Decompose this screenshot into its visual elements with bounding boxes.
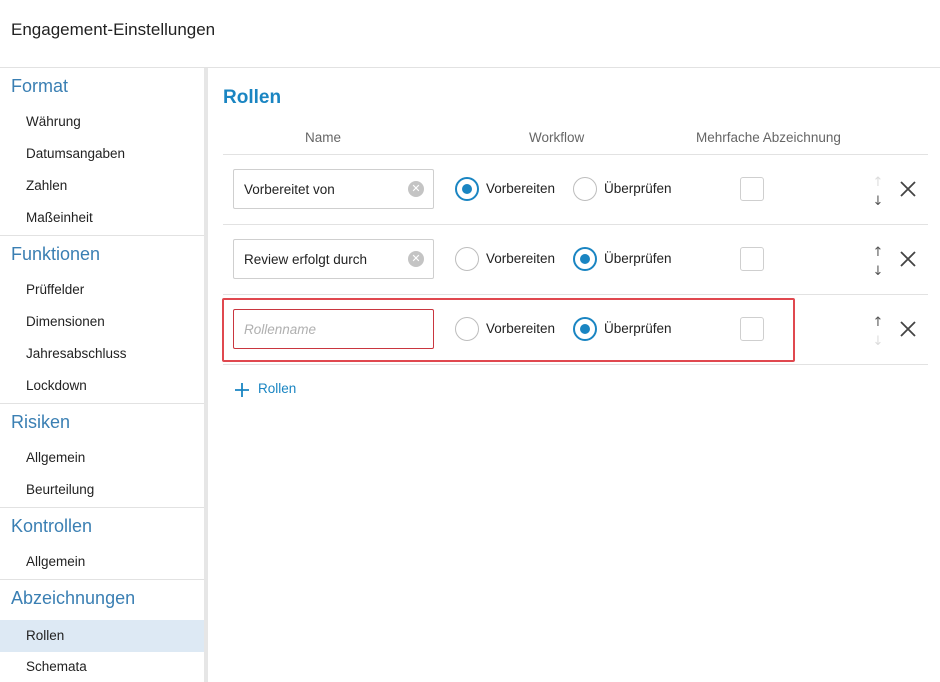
sidebar: Format Währung Datumsangaben Zahlen Maße… bbox=[0, 68, 204, 682]
sidebar-section-abzeichnungen: Abzeichnungen bbox=[11, 588, 136, 608]
move-down-icon[interactable]: ↓ bbox=[871, 195, 885, 209]
workflow-radio-label: Vorbereiten bbox=[486, 321, 556, 336]
sidebar-item-prueffelder[interactable]: Prüffelder bbox=[0, 274, 204, 306]
main-title: Rollen bbox=[223, 87, 282, 108]
move-up-icon[interactable]: ↑ bbox=[871, 246, 885, 260]
role-name-input[interactable] bbox=[233, 169, 434, 209]
table-divider bbox=[223, 224, 928, 225]
column-header-name: Name bbox=[305, 130, 342, 145]
column-header-multi-signoff: Mehrfache Abzeichnung bbox=[696, 130, 841, 145]
workflow-radio-review[interactable] bbox=[573, 317, 597, 341]
workflow-radio-review[interactable] bbox=[573, 177, 597, 201]
sidebar-section-format: Format bbox=[11, 76, 69, 96]
plus-icon bbox=[235, 383, 249, 397]
add-role-label: Rollen bbox=[258, 381, 297, 396]
sidebar-item-risiken-allgemein[interactable]: Allgemein bbox=[0, 442, 204, 474]
workflow-radio-label: Überprüfen bbox=[604, 321, 672, 336]
role-name-input[interactable] bbox=[233, 309, 434, 349]
page-title: Engagement-Einstellungen bbox=[11, 20, 216, 39]
workflow-radio-label: Vorbereiten bbox=[486, 181, 556, 196]
sidebar-section-kontrollen: Kontrollen bbox=[11, 516, 93, 536]
sidebar-divider bbox=[0, 507, 204, 508]
sidebar-section-risiken: Risiken bbox=[11, 412, 71, 432]
move-down-icon[interactable]: ↓ bbox=[871, 265, 885, 279]
workflow-radio-label: Überprüfen bbox=[604, 181, 672, 196]
sidebar-item-rollen[interactable]: Rollen bbox=[0, 620, 204, 652]
sidebar-item-dimensionen[interactable]: Dimensionen bbox=[0, 306, 204, 338]
sidebar-item-beurteilung[interactable]: Beurteilung bbox=[0, 474, 204, 506]
multi-signoff-checkbox[interactable] bbox=[740, 247, 764, 271]
sidebar-section-funktionen: Funktionen bbox=[11, 244, 101, 264]
workflow-radio-label: Vorbereiten bbox=[486, 251, 556, 266]
workflow-radio-label: Überprüfen bbox=[604, 251, 672, 266]
workflow-radio-review[interactable] bbox=[573, 247, 597, 271]
workflow-radio-prepare[interactable] bbox=[455, 247, 479, 271]
sidebar-divider bbox=[0, 235, 204, 236]
table-divider bbox=[223, 364, 928, 365]
table-divider bbox=[223, 154, 928, 155]
close-icon[interactable] bbox=[898, 319, 918, 339]
column-header-workflow: Workflow bbox=[529, 130, 585, 145]
workflow-radio-prepare[interactable] bbox=[455, 317, 479, 341]
table-divider bbox=[223, 294, 928, 295]
sidebar-item-kontrollen-allgemein[interactable]: Allgemein bbox=[0, 546, 204, 578]
sidebar-divider bbox=[0, 403, 204, 404]
workflow-radio-prepare[interactable] bbox=[455, 177, 479, 201]
sidebar-item-masseinheit[interactable]: Maßeinheit bbox=[0, 202, 204, 234]
sidebar-item-zahlen[interactable]: Zahlen bbox=[0, 170, 204, 202]
sidebar-divider bbox=[0, 579, 204, 580]
close-icon[interactable] bbox=[898, 179, 918, 199]
move-up-icon: ↑ bbox=[872, 175, 884, 190]
page-header: Engagement-Einstellungen bbox=[0, 0, 940, 68]
clear-icon[interactable]: ✕ bbox=[408, 251, 424, 267]
multi-signoff-checkbox[interactable] bbox=[740, 177, 764, 201]
sidebar-item-lockdown[interactable]: Lockdown bbox=[0, 370, 204, 402]
sidebar-scrollbar[interactable] bbox=[204, 68, 208, 682]
role-name-input[interactable] bbox=[233, 239, 434, 279]
sidebar-item-datumsangaben[interactable]: Datumsangaben bbox=[0, 138, 204, 170]
move-up-icon[interactable]: ↑ bbox=[871, 316, 885, 330]
sidebar-item-waehrung[interactable]: Währung bbox=[0, 106, 204, 138]
sidebar-item-jahresabschluss[interactable]: Jahresabschluss bbox=[0, 338, 204, 370]
sidebar-item-schemata[interactable]: Schemata bbox=[0, 651, 204, 682]
close-icon[interactable] bbox=[898, 249, 918, 269]
move-down-icon: ↓ bbox=[872, 334, 884, 349]
multi-signoff-checkbox[interactable] bbox=[740, 317, 764, 341]
clear-icon[interactable]: ✕ bbox=[408, 181, 424, 197]
